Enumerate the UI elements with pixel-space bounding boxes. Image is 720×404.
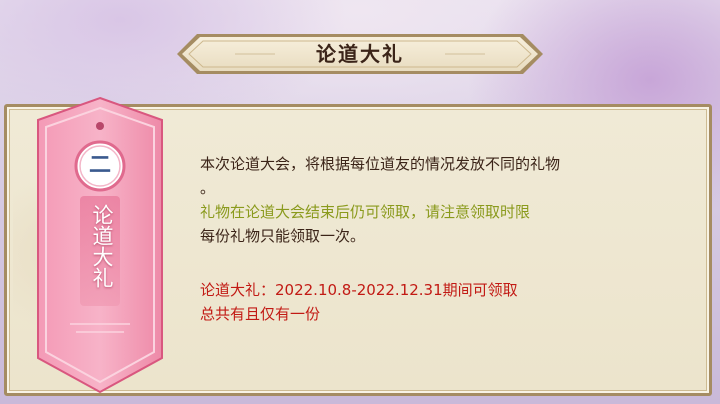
description-line-continued: 。	[200, 179, 216, 197]
description-line: 本次论道大会，将根据每位道友的情况发放不同的礼物	[200, 155, 561, 173]
ribbon-label: 论道大礼	[90, 204, 114, 288]
page-title: 论道大礼	[316, 42, 404, 66]
ribbon-tag: 二 论道大礼	[30, 96, 170, 396]
quantity-line: 总共有且仅有一份	[200, 305, 321, 323]
ribbon-number: 二	[88, 153, 111, 178]
limit-line: 每份礼物只能领取一次。	[200, 227, 366, 245]
title-plaque: 论道大礼	[175, 30, 545, 78]
claim-period-line: 论道大礼：2022.10.8-2022.12.31期间可领取	[200, 281, 518, 299]
reward-description: 本次论道大会，将根据每位道友的情况发放不同的礼物 。 礼物在论道大会结束后仍可领…	[200, 152, 660, 326]
notice-line: 礼物在论道大会结束后仍可领取，请注意领取时限	[200, 203, 531, 221]
